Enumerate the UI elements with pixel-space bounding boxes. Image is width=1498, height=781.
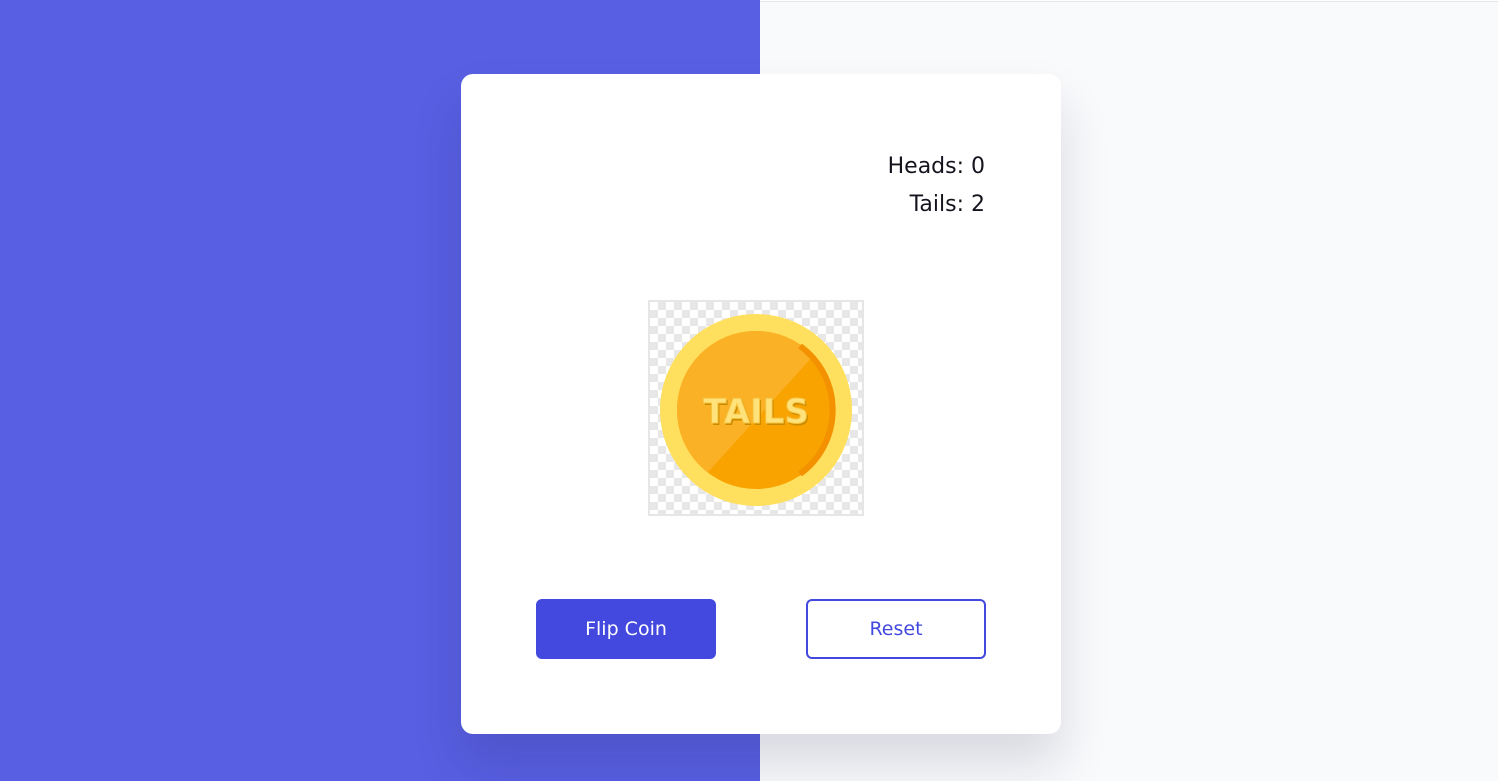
reset-button[interactable]: Reset [806, 599, 986, 659]
coin-image: TAILS TAILS [648, 300, 864, 516]
coin-icon: TAILS TAILS [660, 314, 852, 506]
tails-count: Tails: 2 [909, 192, 985, 217]
coin-face-text: TAILS [703, 392, 809, 432]
flip-coin-button[interactable]: Flip Coin [536, 599, 716, 659]
coin-flip-card: Heads: 0 Tails: 2 TAILS TAILS Flip Coin … [461, 74, 1061, 734]
heads-count: Heads: 0 [887, 154, 985, 179]
score-board: Heads: 0 Tails: 2 [888, 152, 985, 228]
